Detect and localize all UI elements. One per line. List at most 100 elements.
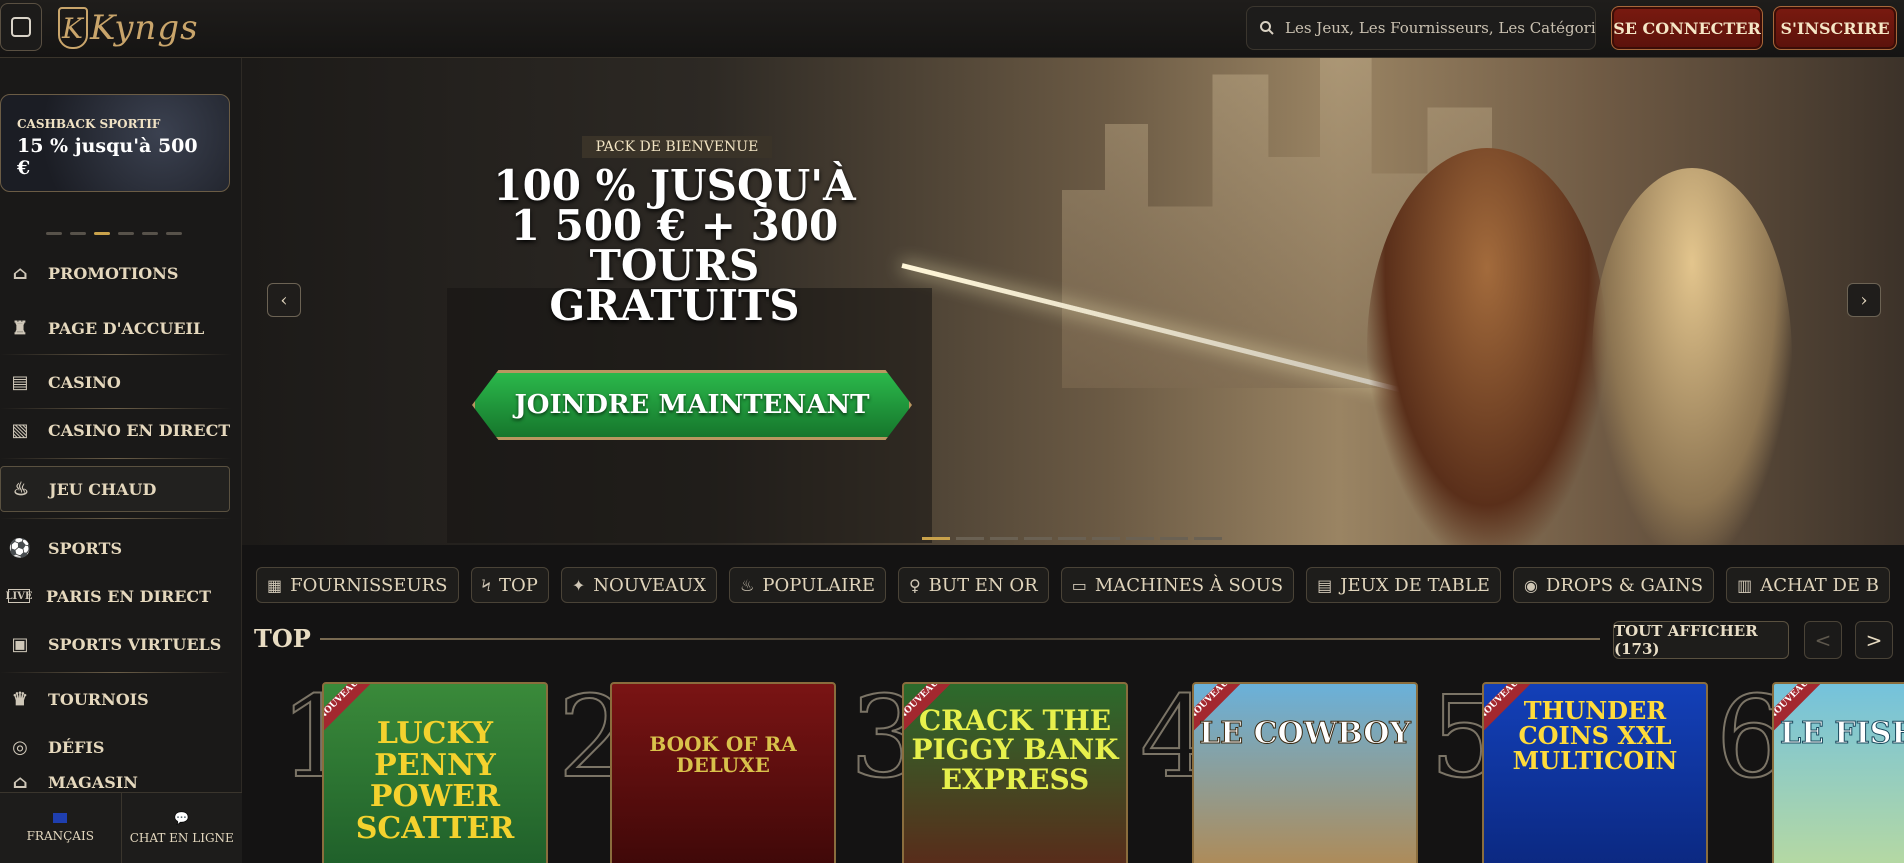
category-popular[interactable]: ♨ POPULAIRE (729, 567, 886, 603)
cards-icon: ▧ (11, 419, 29, 441)
category-label: ACHAT DE B (1760, 574, 1879, 596)
language-label: FRANÇAIS (26, 829, 94, 843)
top-prev-button[interactable]: < (1804, 621, 1842, 659)
sidebar-item-tournaments[interactable]: ♛ TOURNOIS (0, 676, 232, 722)
table-games-icon: ▤ (1317, 575, 1333, 595)
category-golden-goal[interactable]: ♀ BUT EN OR (897, 567, 1049, 603)
hero-next-button[interactable]: › (1847, 283, 1881, 317)
category-table-games[interactable]: ▤ JEUX DE TABLE (1306, 567, 1501, 603)
trophy-icon: ♛ (11, 688, 29, 710)
chat-icon: 💬 (174, 811, 190, 825)
slot-icon: ▭ (1071, 575, 1087, 595)
sidebar-item-live-casino[interactable]: ▧ CASINO EN DIRECT (0, 407, 232, 453)
logo[interactable]: K Kyngs (58, 0, 199, 56)
view-all-button[interactable]: TOUT AFFICHER (173) (1613, 621, 1789, 659)
category-label: FOURNISSEURS (290, 574, 448, 596)
live-icon: LIVE (5, 589, 33, 603)
game-tile[interactable]: NOUVEAU LE COWBOY (1192, 682, 1418, 863)
shop-icon: ⌂ (12, 772, 28, 792)
book-icon: ▦ (267, 575, 283, 595)
search-box[interactable] (1246, 6, 1596, 50)
category-bar: ▦ FOURNISSEURS ϟ TOP ✦ NOUVEAUX ♨ POPULAIRE … (250, 560, 1904, 610)
hero-prev-button[interactable]: ‹ (267, 283, 301, 317)
promo-carousel-dots[interactable] (46, 232, 182, 235)
category-label: TOP (498, 574, 538, 596)
category-top[interactable]: ϟ TOP (470, 567, 549, 603)
category-new[interactable]: ✦ NOUVEAUX (560, 567, 718, 603)
game-tile[interactable]: BOOK OF RA DELUXE (610, 682, 836, 863)
welcome-pack-badge: PACK DE BIENVENUE (582, 136, 772, 158)
gift-box-icon: ▥ (1737, 575, 1753, 595)
game-tile[interactable]: NOUVEAU THUNDER COINS XXL MULTICOIN (1482, 682, 1708, 863)
section-divider (320, 638, 1600, 640)
hero-pagination[interactable] (922, 537, 1222, 540)
join-now-button[interactable]: JOINDRE MAINTENANT (472, 370, 912, 440)
menu-toggle-button[interactable] (0, 3, 42, 51)
promo-big-text: 15 % jusqu'à 500 € (17, 135, 198, 179)
flame-icon: ♨ (740, 575, 755, 595)
sidebar-item-virtual-sports[interactable]: ▣ SPORTS VIRTUELS (0, 621, 232, 667)
game-title: LUCKY PENNY POWER SCATTER (355, 716, 515, 846)
top-bar: K Kyngs SE CONNECTER S'INSCRIRE (0, 0, 1904, 58)
top-games-carousel: 1 NOUVEAU LUCKY PENNY POWER SCATTER 2 BO… (250, 678, 1904, 863)
sidebar-item-live-betting[interactable]: LIVE PARIS EN DIRECT (0, 573, 232, 619)
eu-flag-icon (53, 813, 68, 823)
hero-banner[interactable]: PACK DE BIENVENUE 100 % JUSQU'À 1 500 € … (242, 58, 1904, 545)
golden-goal-icon: ♀ (908, 575, 921, 595)
sidebar-item-label: PROMOTIONS (48, 263, 179, 283)
game-tile[interactable]: NOUVEAU CRACK THE PIGGY BANK EXPRESS (902, 682, 1128, 863)
category-label: JEUX DE TABLE (1340, 574, 1490, 596)
king-illustration (1367, 148, 1607, 545)
casino-icon: ▤ (11, 371, 29, 393)
category-label: BUT EN OR (928, 574, 1038, 596)
cashback-promo-card[interactable]: CASHBACK SPORTIF 15 % jusqu'à 500 € (0, 94, 230, 192)
sidebar-item-label: TOURNOIS (48, 689, 149, 709)
sidebar-item-label: SPORTS VIRTUELS (48, 634, 222, 654)
sidebar-item-label: MAGASIN (48, 772, 138, 792)
signup-button[interactable]: S'INSCRIRE (1773, 6, 1897, 50)
category-label: NOUVEAUX (593, 574, 707, 596)
sidebar-item-label: PAGE D'ACCUEIL (48, 318, 205, 338)
sidebar-item-label: SPORTS (48, 538, 122, 558)
game-tile[interactable]: NOUVEAU LUCKY PENNY POWER SCATTER (322, 682, 548, 863)
logo-text: Kyngs (90, 8, 199, 48)
sidebar-item-hot-game[interactable]: ♨ JEU CHAUD (0, 466, 230, 512)
top-section-title: TOP (254, 624, 311, 653)
sidebar-item-label: CASINO EN DIRECT (48, 420, 231, 440)
login-button[interactable]: SE CONNECTER (1611, 6, 1763, 50)
search-icon (1260, 21, 1274, 35)
category-label: DROPS & GAINS (1545, 574, 1704, 596)
category-label: MACHINES À SOUS (1094, 574, 1284, 596)
logo-shield-icon: K (58, 7, 88, 49)
game-tile[interactable]: NOUVEAU LE FISHE (1772, 682, 1904, 863)
category-bonus-buy[interactable]: ▥ ACHAT DE B (1726, 567, 1890, 603)
gift-icon: ⌂ (12, 262, 28, 284)
sidebar-item-label: CASINO (48, 372, 121, 392)
category-slots[interactable]: ▭ MACHINES À SOUS (1060, 567, 1295, 603)
live-chat-button[interactable]: 💬 CHAT EN LIGNE (122, 793, 243, 863)
category-providers[interactable]: ▦ FOURNISSEURS (256, 567, 459, 603)
sidebar-item-sports[interactable]: ⚽ SPORTS (0, 525, 232, 571)
game-title: BOOK OF RA DELUXE (649, 732, 797, 777)
sidebar-item-promotions[interactable]: ⌂ PROMOTIONS (0, 250, 232, 296)
search-input[interactable] (1285, 19, 1595, 37)
virtual-sports-icon: ▣ (11, 633, 29, 655)
new-icon: ✦ (571, 575, 586, 595)
game-title: THUNDER COINS XXL MULTICOIN (1512, 696, 1678, 776)
sidebar-item-casino[interactable]: ▤ CASINO (0, 359, 232, 405)
castle-icon: ♜ (11, 317, 29, 339)
soccer-ball-icon: ⚽ (8, 537, 32, 559)
top-next-button[interactable]: > (1855, 621, 1893, 659)
promo-small-text: CASHBACK SPORTIF (17, 117, 161, 131)
sidebar-item-home[interactable]: ♜ PAGE D'ACCUEIL (0, 305, 232, 351)
sidebar-item-challenges[interactable]: ◎ DÉFIS (0, 724, 232, 770)
language-button[interactable]: FRANÇAIS (0, 793, 122, 863)
category-drops-wins[interactable]: ◉ DROPS & GAINS (1512, 567, 1715, 603)
queen-illustration (1592, 168, 1792, 545)
sidebar-item-label: JEU CHAUD (49, 479, 157, 499)
hero-headline: 100 % JUSQU'À 1 500 € + 300 TOURS GRATUI… (493, 161, 856, 330)
challenge-icon: ◎ (12, 736, 28, 758)
sidebar-item-shop[interactable]: ⌂ MAGASIN (0, 772, 232, 792)
bolt-icon: ϟ (481, 575, 491, 595)
category-label: POPULAIRE (762, 574, 875, 596)
